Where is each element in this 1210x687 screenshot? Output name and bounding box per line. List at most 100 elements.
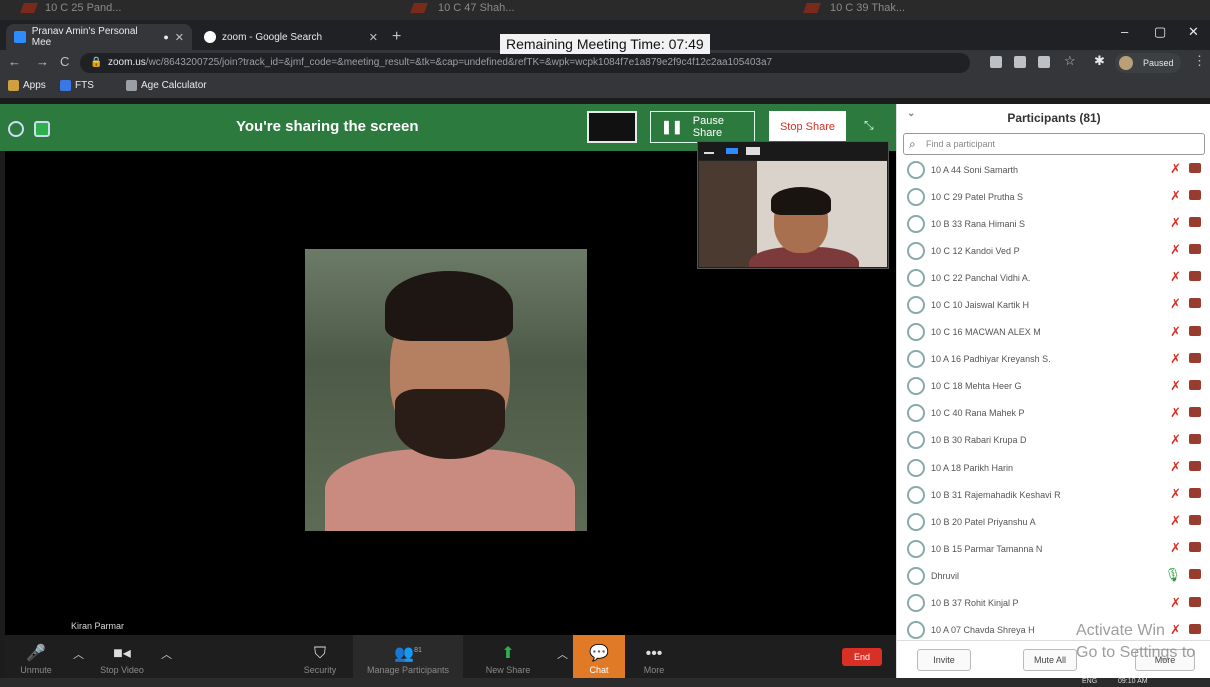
tab-zoom-meeting[interactable]: Pranav Amin's Personal Mee ● ✕ [6, 24, 192, 50]
close-window-icon[interactable]: ✕ [1188, 24, 1199, 40]
minimize-icon[interactable] [704, 152, 714, 154]
muted-mic-icon[interactable]: ✗ [1170, 215, 1181, 231]
end-meeting-button[interactable]: End [842, 648, 882, 666]
mute-all-button[interactable]: Mute All [1023, 649, 1077, 671]
tab-google-search[interactable]: zoom - Google Search ✕ [196, 24, 386, 50]
invite-button[interactable]: Invite [917, 649, 971, 671]
info-icon[interactable] [8, 121, 24, 137]
minimize-icon[interactable]: – [1121, 24, 1128, 39]
menu-dots-icon[interactable]: ⋮ [1193, 53, 1206, 69]
video-off-icon[interactable] [1189, 217, 1201, 228]
share-options-caret-icon[interactable]: ︿ [557, 646, 568, 662]
muted-mic-icon[interactable]: ✗ [1170, 269, 1181, 285]
forward-icon[interactable]: → [36, 54, 49, 69]
participant-row[interactable]: 10 C 18 Mehta Heer G ✗ [897, 373, 1210, 400]
muted-mic-icon[interactable]: ✗ [1170, 432, 1181, 448]
muted-mic-icon[interactable]: ✗ [1170, 242, 1181, 258]
url-field[interactable]: 🔒 zoom.us/wc/8643200725/join?track_id=&jm… [80, 53, 970, 73]
collapse-chevron-icon[interactable]: ⌄ [907, 108, 915, 119]
muted-mic-icon[interactable]: ✗ [1170, 188, 1181, 204]
muted-mic-icon[interactable]: ✗ [1170, 486, 1181, 502]
bookmark-fts[interactable]: FTS [60, 80, 94, 91]
muted-mic-icon[interactable]: ✗ [1170, 161, 1181, 177]
participant-row[interactable]: 10 B 31 Rajemahadik Keshavi R ✗ [897, 481, 1210, 508]
manage-participants-button[interactable]: 👥81 Manage Participants [353, 635, 463, 678]
video-off-icon[interactable] [1189, 515, 1201, 526]
video-off-icon[interactable] [1189, 271, 1201, 282]
participant-row[interactable]: 10 C 10 Jaiswal Kartik H ✗ [897, 291, 1210, 318]
muted-mic-icon[interactable]: ✗ [1170, 513, 1181, 529]
fullscreen-icon[interactable] [746, 147, 760, 155]
back-icon[interactable]: ← [8, 54, 21, 69]
extension-icon[interactable] [990, 56, 1002, 68]
video-off-icon[interactable] [1189, 406, 1201, 417]
video-off-icon[interactable] [1189, 298, 1201, 309]
expand-icon[interactable]: ⤡ [864, 118, 874, 133]
view-toggle-icon[interactable] [726, 148, 738, 154]
participant-row[interactable]: 10 B 20 Patel Priyanshu A ✗ [897, 508, 1210, 535]
participant-row[interactable]: 10 C 40 Rana Mahek P ✗ [897, 400, 1210, 427]
video-off-icon[interactable] [1189, 569, 1201, 580]
shared-screen-thumbnail[interactable] [587, 111, 637, 143]
muted-mic-icon[interactable]: ✗ [1170, 324, 1181, 340]
security-button[interactable]: ⛉ Security [295, 635, 345, 678]
participant-row[interactable]: 10 C 12 Kandoi Ved P ✗ [897, 237, 1210, 264]
video-off-icon[interactable] [1189, 352, 1201, 363]
muted-mic-icon[interactable]: ✗ [1170, 595, 1181, 611]
video-off-icon[interactable] [1189, 325, 1201, 336]
video-off-icon[interactable] [1189, 190, 1201, 201]
translate-icon[interactable] [1038, 56, 1050, 68]
video-off-icon[interactable] [1189, 596, 1201, 607]
self-view-window[interactable] [697, 141, 889, 269]
stop-video-button[interactable]: ■◂ Stop Video [91, 635, 153, 678]
maximize-icon[interactable]: ▢ [1154, 24, 1166, 40]
muted-mic-icon[interactable]: ✗ [1170, 378, 1181, 394]
extension-icon[interactable] [1014, 56, 1026, 68]
video-off-icon[interactable] [1189, 244, 1201, 255]
muted-mic-icon[interactable]: ✗ [1170, 351, 1181, 367]
bookmark-apps[interactable]: Apps [8, 80, 46, 91]
video-off-icon[interactable] [1189, 461, 1201, 472]
participant-row[interactable]: 10 C 29 Patel Prutha S ✗ [897, 183, 1210, 210]
video-off-icon[interactable] [1189, 542, 1201, 553]
participant-row[interactable]: 10 B 33 Rana Himani S ✗ [897, 210, 1210, 237]
participant-avatar [907, 296, 925, 315]
participant-row[interactable]: 10 B 30 Rabari Krupa D ✗ [897, 427, 1210, 454]
video-off-icon[interactable] [1189, 379, 1201, 390]
chat-button[interactable]: 💬 Chat [573, 635, 625, 678]
bookmark-age-calculator[interactable]: Age Calculator [126, 80, 207, 91]
participant-row[interactable]: 10 A 18 Parikh Harin ✗ [897, 454, 1210, 481]
more-button[interactable]: ••• More [631, 635, 677, 678]
participant-row[interactable]: 10 C 16 MACWAN ALEX M ✗ [897, 319, 1210, 346]
muted-mic-icon[interactable]: ✗ [1170, 296, 1181, 312]
muted-mic-icon[interactable]: ✗ [1170, 459, 1181, 475]
participant-row[interactable]: 10 B 37 Rohit Kinjal P ✗ [897, 590, 1210, 617]
muted-mic-icon[interactable]: ✗ [1170, 405, 1181, 421]
profile-paused-button[interactable]: Paused [1115, 53, 1181, 73]
shield-icon[interactable] [34, 121, 50, 137]
participant-row[interactable]: 10 C 22 Panchal Vidhi A. ✗ [897, 264, 1210, 291]
participant-row[interactable]: Dhruvil 🎙 [897, 562, 1210, 589]
participant-row[interactable]: 10 B 15 Parmar Tamanna N ✗ [897, 535, 1210, 562]
video-options-caret-icon[interactable]: ︿ [161, 646, 172, 662]
participant-search-input[interactable]: ⌕ Find a participant [903, 133, 1205, 155]
close-tab-icon[interactable]: ✕ [175, 31, 184, 44]
background-tab-3: 10 C 39 Thak... [830, 2, 906, 14]
close-tab-icon[interactable]: ✕ [369, 31, 378, 44]
new-share-button[interactable]: ⬆ New Share [477, 635, 539, 678]
reload-icon[interactable]: C [60, 54, 69, 69]
pause-share-button[interactable]: ❚❚ Pause Share [650, 111, 755, 143]
video-off-icon[interactable] [1189, 488, 1201, 499]
audio-options-caret-icon[interactable]: ︿ [73, 646, 84, 662]
muted-mic-icon[interactable]: ✗ [1170, 540, 1181, 556]
bookmark-star-icon[interactable]: ☆ [1064, 53, 1076, 69]
stop-share-button[interactable]: Stop Share [769, 111, 846, 143]
unmute-button[interactable]: 🎤 Unmute [9, 635, 63, 678]
video-off-icon[interactable] [1189, 163, 1201, 173]
extensions-puzzle-icon[interactable]: ✱ [1094, 53, 1105, 69]
mic-icon[interactable]: 🎙 [1164, 567, 1181, 583]
new-tab-button[interactable]: + [392, 28, 401, 46]
video-off-icon[interactable] [1189, 433, 1201, 444]
participant-row[interactable]: 10 A 44 Soni Samarth ✗ [897, 156, 1210, 183]
participant-row[interactable]: 10 A 16 Padhiyar Kreyansh S. ✗ [897, 346, 1210, 373]
